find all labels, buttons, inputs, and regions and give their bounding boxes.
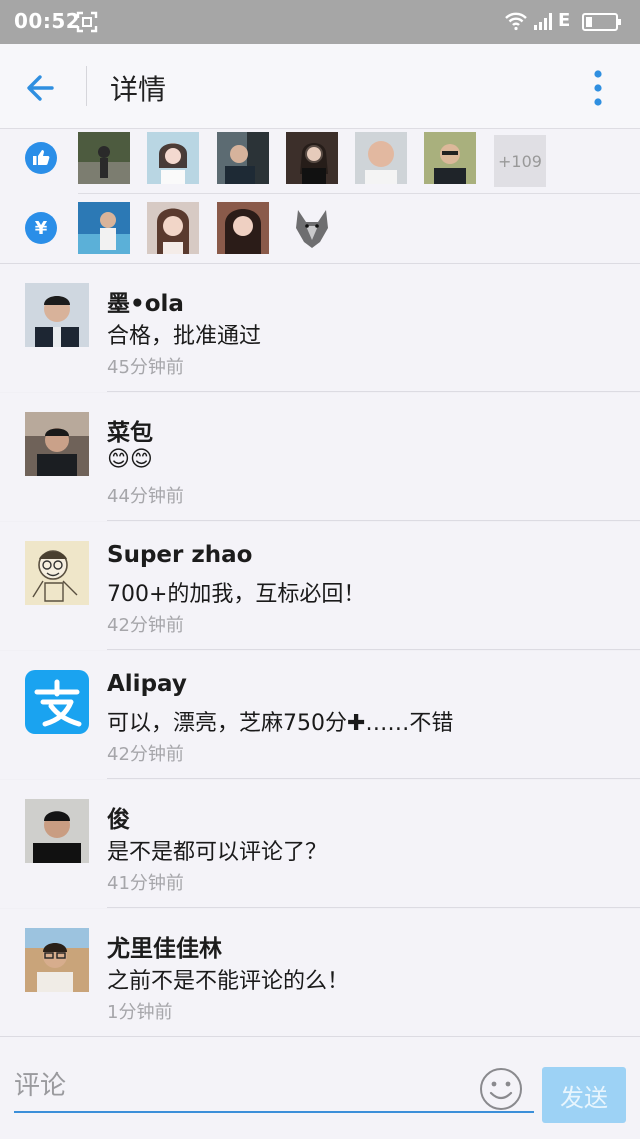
status-time: 00:52 [14,9,81,33]
comment-divider [107,649,640,650]
comment-author: Alipay [107,671,187,697]
comment-text: 700+的加我，互标必回！ [107,582,366,607]
screenshot-icon [76,11,98,33]
signal-icon [534,13,552,30]
comment-time: 44分钟前 [107,486,184,507]
header-divider [86,66,87,106]
network-type: E [558,10,571,31]
comment-text: 😊😊 [107,447,153,472]
battery-icon [582,13,621,31]
more-likes-count[interactable]: +109 [494,135,546,187]
rewards-row: ¥ [0,199,640,261]
comment-time: 45分钟前 [107,357,184,378]
thumbs-up-icon [25,142,57,174]
comment-text: 可以，漂亮，芝麻750分✚……不错 [107,711,454,736]
comment-divider [107,778,640,779]
comment-input-bar: 发送 [0,1036,640,1139]
comment-avatar[interactable] [25,412,89,476]
reward-avatar[interactable] [286,202,338,254]
comment-text: 合格，批准通过 [107,324,262,349]
comment-author: 墨•ola [107,291,184,317]
comment-divider [107,907,640,908]
like-avatar[interactable] [424,132,476,184]
comment-item: 菜包 😊😊 44分钟前 [0,393,640,521]
comment-avatar[interactable] [25,799,89,863]
interaction-panel: +109 ¥ [0,129,640,264]
comment-author: 菜包 [107,420,153,446]
reward-avatar[interactable] [147,202,199,254]
comment-input[interactable] [14,1061,534,1113]
comment-time: 42分钟前 [107,744,184,765]
back-arrow-icon[interactable] [22,68,62,108]
yuan-icon: ¥ [25,212,57,244]
reward-avatar[interactable] [78,202,130,254]
comment-time: 41分钟前 [107,873,184,894]
like-avatar[interactable] [78,132,130,184]
more-options-icon[interactable] [584,68,612,108]
status-bar: 00:52 E [0,0,640,44]
row-divider [78,193,640,194]
comment-time: 1分钟前 [107,1002,173,1023]
app-header: 详情 [0,44,640,129]
emoji-icon[interactable] [478,1066,524,1112]
comment-item: 尤里佳佳林 之前不是不能评论的么！ 1分钟前 [0,909,640,1037]
comment-avatar[interactable] [25,283,89,347]
comment-item: 俊 是不是都可以评论了？ 41分钟前 [0,780,640,908]
comment-avatar[interactable] [25,928,89,992]
comment-item: Super zhao 700+的加我，互标必回！ 42分钟前 [0,522,640,650]
wifi-icon [505,12,527,31]
comment-author: Super zhao [107,542,253,568]
like-avatar[interactable] [286,132,338,184]
comment-time: 42分钟前 [107,615,184,636]
comment-text: 之前不是不能评论的么！ [107,969,350,994]
send-button[interactable]: 发送 [542,1067,626,1123]
comment-author: 尤里佳佳林 [107,936,222,962]
like-avatar[interactable] [355,132,407,184]
page-title: 详情 [110,73,167,106]
comment-author: 俊 [107,807,130,833]
reward-avatar[interactable] [217,202,269,254]
comment-divider [107,520,640,521]
yuan-symbol: ¥ [34,217,48,239]
comment-avatar[interactable] [25,541,89,605]
comment-item: 墨•ola 合格，批准通过 45分钟前 [0,264,640,392]
likes-row: +109 [0,129,640,191]
alipay-logo-icon[interactable] [25,670,89,734]
like-avatar[interactable] [217,132,269,184]
comment-item: Alipay 可以，漂亮，芝麻750分✚……不错 42分钟前 [0,651,640,779]
comment-text: 是不是都可以评论了？ [107,840,328,865]
like-avatar[interactable] [147,132,199,184]
comment-divider [107,391,640,392]
